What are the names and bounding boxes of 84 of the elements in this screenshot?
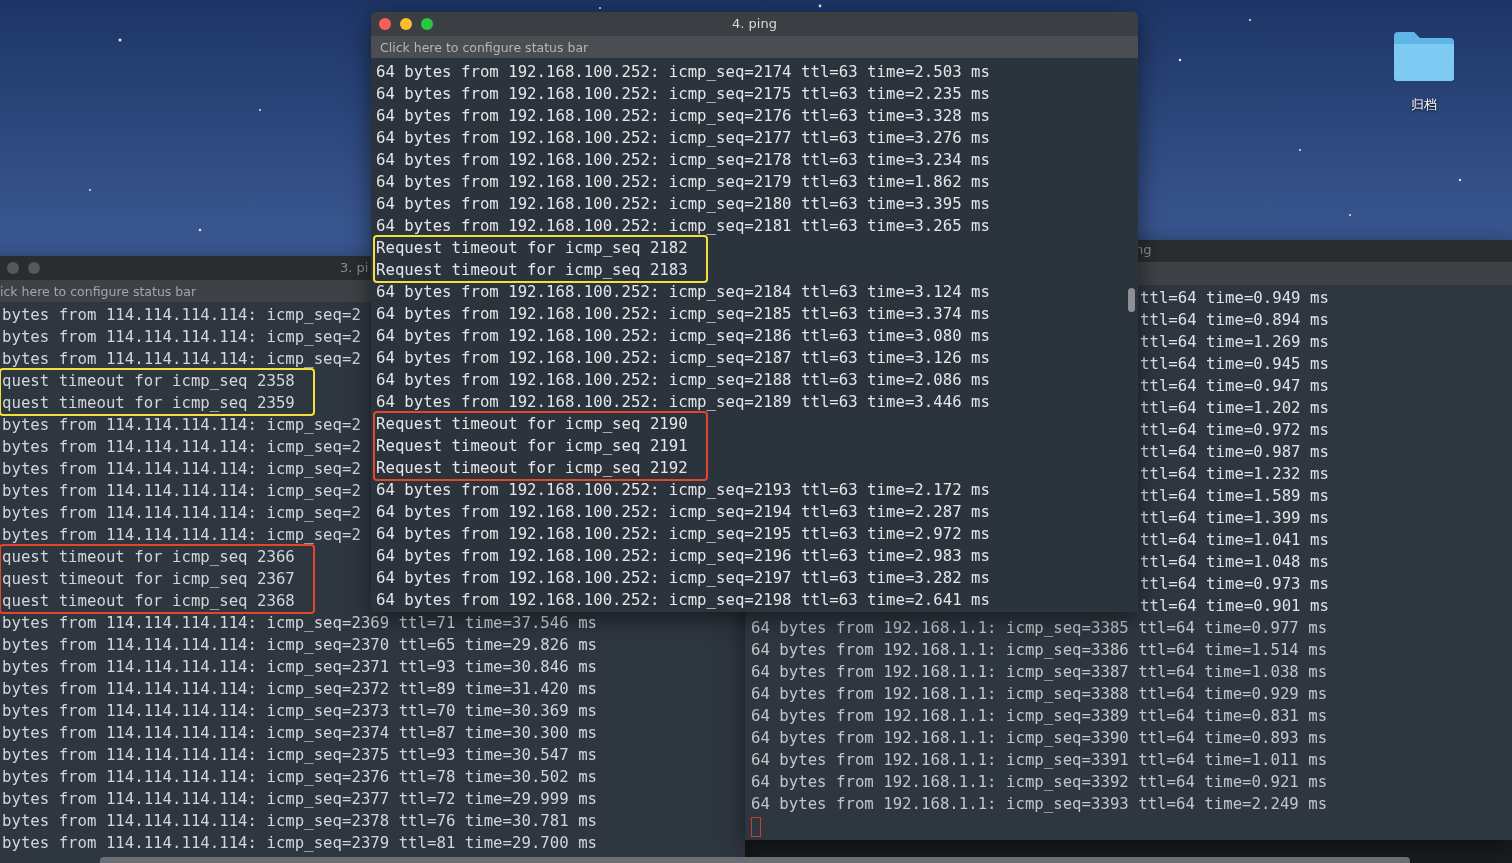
scrollbar-thumb[interactable] xyxy=(1128,288,1135,312)
terminal-line: 64 bytes from 192.168.100.252: icmp_seq=2194 ttl=63 time=2.287 ms xyxy=(376,501,990,523)
terminal-line: bytes from 114.114.114.114: icmp_seq=2 xyxy=(2,524,361,546)
terminal-line: 64 bytes from 192.168.100.252: icmp_seq=2179 ttl=63 time=1.862 ms xyxy=(376,171,990,193)
terminal-line: bytes from 114.114.114.114: icmp_seq=2373 ttl=70 time=30.369 ms xyxy=(2,700,597,722)
terminal-line: bytes from 114.114.114.114: icmp_seq=2378 ttl=76 time=30.781 ms xyxy=(2,810,597,832)
terminal-line: Request timeout for icmp_seq 2192 xyxy=(376,457,688,479)
terminal-line: ttl=64 time=0.972 ms xyxy=(1140,419,1329,441)
terminal-line: quest timeout for icmp_seq 2367 xyxy=(2,568,295,590)
folder-label[interactable]: 归档 xyxy=(1411,96,1437,114)
terminal-line: ttl=64 time=0.947 ms xyxy=(1140,375,1329,397)
terminal-line: bytes from 114.114.114.114: icmp_seq=2 xyxy=(2,414,361,436)
terminal-line: 64 bytes from 192.168.1.1: icmp_seq=3388 ttl=64 time=0.929 ms xyxy=(751,683,1328,705)
terminal-line: ttl=64 time=0.945 ms xyxy=(1140,353,1329,375)
terminal-line: bytes from 114.114.114.114: icmp_seq=2377 ttl=72 time=29.999 ms xyxy=(2,788,597,810)
terminal-line: ttl=64 time=1.048 ms xyxy=(1140,551,1329,573)
terminal-line: bytes from 114.114.114.114: icmp_seq=2376 ttl=78 time=30.502 ms xyxy=(2,766,597,788)
terminal-line: 64 bytes from 192.168.100.252: icmp_seq=2196 ttl=63 time=2.983 ms xyxy=(376,545,990,567)
terminal-line: ttl=64 time=0.901 ms xyxy=(1140,595,1329,617)
terminal-line: 64 bytes from 192.168.100.252: icmp_seq=2176 ttl=63 time=3.328 ms xyxy=(376,105,990,127)
terminal-line: 64 bytes from 192.168.100.252: icmp_seq=2174 ttl=63 time=2.503 ms xyxy=(376,61,990,83)
terminal-line: 64 bytes from 192.168.100.252: icmp_seq=2188 ttl=63 time=2.086 ms xyxy=(376,369,990,391)
folder-icon[interactable] xyxy=(1392,30,1456,82)
terminal-line: quest timeout for icmp_seq 2366 xyxy=(2,546,295,568)
terminal-line: 64 bytes from 192.168.1.1: icmp_seq=3387 ttl=64 time=1.038 ms xyxy=(751,661,1328,683)
terminal-line: 64 bytes from 192.168.100.252: icmp_seq=2195 ttl=63 time=2.972 ms xyxy=(376,523,990,545)
status-bar-text[interactable]: Click here to configure status bar xyxy=(371,39,589,55)
terminal-line: ttl=64 time=1.232 ms xyxy=(1140,463,1329,485)
terminal-line: ttl=64 time=1.041 ms xyxy=(1140,529,1329,551)
terminal-line: 64 bytes from 192.168.100.252: icmp_seq=2193 ttl=63 time=2.172 ms xyxy=(376,479,990,501)
terminal-line: Request timeout for icmp_seq 2183 xyxy=(376,259,688,281)
zoom-button[interactable] xyxy=(421,18,433,30)
terminal-line: bytes from 114.114.114.114: icmp_seq=2379 ttl=81 time=29.700 ms xyxy=(2,832,597,854)
terminal-line: Request timeout for icmp_seq 2182 xyxy=(376,237,688,259)
terminal-line: bytes from 114.114.114.114: icmp_seq=2 xyxy=(2,326,361,348)
terminal-line: quest timeout for icmp_seq 2368 xyxy=(2,590,295,612)
terminal-line: 64 bytes from 192.168.1.1: icmp_seq=3392 ttl=64 time=0.921 ms xyxy=(751,771,1328,793)
terminal-line: ttl=64 time=1.399 ms xyxy=(1140,507,1329,529)
terminal-line: 64 bytes from 192.168.100.252: icmp_seq=2184 ttl=63 time=3.124 ms xyxy=(376,281,990,303)
terminal-line: ttl=64 time=1.589 ms xyxy=(1140,485,1329,507)
terminal-line: 64 bytes from 192.168.1.1: icmp_seq=3386 ttl=64 time=1.514 ms xyxy=(751,639,1328,661)
terminal-line: 64 bytes from 192.168.100.252: icmp_seq=2187 ttl=63 time=3.126 ms xyxy=(376,347,990,369)
terminal-line: ttl=64 time=1.269 ms xyxy=(1140,331,1329,353)
terminal-line: bytes from 114.114.114.114: icmp_seq=2375 ttl=93 time=30.547 ms xyxy=(2,744,597,766)
terminal-line: bytes from 114.114.114.114: icmp_seq=2374 ttl=87 time=30.300 ms xyxy=(2,722,597,744)
terminal-line: bytes from 114.114.114.114: icmp_seq=2 xyxy=(2,502,361,524)
terminal-line: ttl=64 time=1.202 ms xyxy=(1140,397,1329,419)
terminal-line: bytes from 114.114.114.114: icmp_seq=2 xyxy=(2,480,361,502)
terminal-line: Request timeout for icmp_seq 2191 xyxy=(376,435,688,457)
terminal-line: 64 bytes from 192.168.1.1: icmp_seq=3391 ttl=64 time=1.011 ms xyxy=(751,749,1328,771)
terminal-line: ttl=64 time=0.949 ms xyxy=(1140,287,1329,309)
window-title: 3. pi xyxy=(340,260,369,275)
terminal-line: 64 bytes from 192.168.100.252: icmp_seq=2175 ttl=63 time=2.235 ms xyxy=(376,83,990,105)
terminal-line: quest timeout for icmp_seq 2359 xyxy=(2,392,295,414)
terminal-line: 64 bytes from 192.168.100.252: icmp_seq=2198 ttl=63 time=2.641 ms xyxy=(376,589,990,611)
terminal-line: 64 bytes from 192.168.100.252: icmp_seq=2197 ttl=63 time=3.282 ms xyxy=(376,567,990,589)
terminal-line: bytes from 114.114.114.114: icmp_seq=2371 ttl=93 time=30.846 ms xyxy=(2,656,597,678)
terminal-line: bytes from 114.114.114.114: icmp_seq=2 xyxy=(2,436,361,458)
terminal-line: 64 bytes from 192.168.100.252: icmp_seq=2181 ttl=63 time=3.265 ms xyxy=(376,215,990,237)
minimize-button[interactable] xyxy=(400,18,412,30)
terminal-line: 64 bytes from 192.168.1.1: icmp_seq=3390 ttl=64 time=0.893 ms xyxy=(751,727,1328,749)
terminal-line: bytes from 114.114.114.114: icmp_seq=2 xyxy=(2,458,361,480)
terminal-line: ttl=64 time=0.973 ms xyxy=(1140,573,1329,595)
window-title: 4. ping xyxy=(732,16,777,31)
terminal-line: quest timeout for icmp_seq 2358 xyxy=(2,370,295,392)
terminal-line: bytes from 114.114.114.114: icmp_seq=2 xyxy=(2,348,361,370)
terminal-line: 64 bytes from 192.168.100.252: icmp_seq=2189 ttl=63 time=3.446 ms xyxy=(376,391,990,413)
terminal-line: 64 bytes from 192.168.1.1: icmp_seq=3393 ttl=64 time=2.249 ms xyxy=(751,793,1328,815)
terminal-line: bytes from 114.114.114.114: icmp_seq=2372 ttl=89 time=31.420 ms xyxy=(2,678,597,700)
terminal-line: ttl=64 time=0.894 ms xyxy=(1140,309,1329,331)
status-bar[interactable]: Click here to configure status bar xyxy=(371,36,1138,58)
terminal-line: bytes from 114.114.114.114: icmp_seq=2370 ttl=65 time=29.826 ms xyxy=(2,634,597,656)
terminal-line: 64 bytes from 192.168.100.252: icmp_seq=2178 ttl=63 time=3.234 ms xyxy=(376,149,990,171)
terminal-line: 64 bytes from 192.168.100.252: icmp_seq=2177 ttl=63 time=3.276 ms xyxy=(376,127,990,149)
terminal-line: 64 bytes from 192.168.100.252: icmp_seq=2186 ttl=63 time=3.080 ms xyxy=(376,325,990,347)
terminal-line: 64 bytes from 192.168.100.252: icmp_seq=2185 ttl=63 time=3.374 ms xyxy=(376,303,990,325)
terminal-line: Request timeout for icmp_seq 2190 xyxy=(376,413,688,435)
terminal-line: 64 bytes from 192.168.1.1: icmp_seq=3389 ttl=64 time=0.831 ms xyxy=(751,705,1328,727)
close-button[interactable] xyxy=(379,18,391,30)
terminal-line: bytes from 114.114.114.114: icmp_seq=2 xyxy=(2,304,361,326)
terminal-line: 64 bytes from 192.168.100.252: icmp_seq=2180 ttl=63 time=3.395 ms xyxy=(376,193,990,215)
terminal-line: 64 bytes from 192.168.1.1: icmp_seq=3385 ttl=64 time=0.977 ms xyxy=(751,617,1328,639)
terminal-line: bytes from 114.114.114.114: icmp_seq=2369 ttl=71 time=37.546 ms xyxy=(2,612,597,634)
terminal-line: ttl=64 time=0.987 ms xyxy=(1140,441,1329,463)
